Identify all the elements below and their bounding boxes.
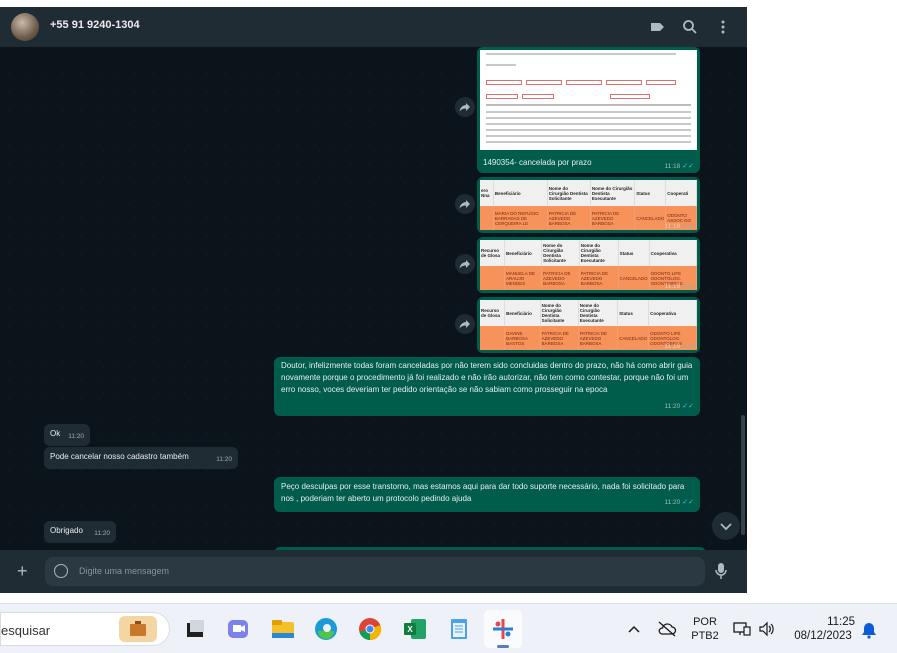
message-text: Obrigado xyxy=(50,526,83,535)
read-receipt-icon: ✓✓ xyxy=(682,403,694,410)
message-time: 11:20 xyxy=(68,433,84,440)
notepad-icon[interactable] xyxy=(446,616,472,642)
whatsapp-window: +55 91 9240-1304 1490354- cancelada por … xyxy=(0,7,747,593)
message-time: 11:20 ✓✓ xyxy=(664,403,694,410)
cloud-offline-icon[interactable] xyxy=(657,620,677,638)
message-text: Pode cancelar nosso cadastro também xyxy=(50,452,189,461)
message-text: Ok xyxy=(50,429,61,438)
chat-scrollbar[interactable] xyxy=(741,415,745,535)
forward-icon[interactable] xyxy=(455,194,475,214)
forward-icon[interactable] xyxy=(455,254,475,274)
file-explorer-icon[interactable] xyxy=(270,616,296,642)
message-time: 11:18 ✓✓ xyxy=(664,223,694,230)
incoming-message[interactable]: Pode cancelar nosso cadastro também 11:2… xyxy=(44,447,238,469)
message-placeholder: Digite uma mensagem xyxy=(79,566,170,576)
read-receipt-icon: ✓✓ xyxy=(682,223,694,230)
incoming-message[interactable]: Obrigado 11:20 xyxy=(44,521,116,543)
message-text: Doutor, infelizmente todas foram cancela… xyxy=(281,361,693,394)
teams-icon[interactable] xyxy=(225,616,251,642)
snipping-tool-icon xyxy=(493,619,513,639)
chevron-down-icon xyxy=(720,523,732,531)
notification-bell-icon[interactable] xyxy=(861,621,877,639)
read-receipt-icon: ✓✓ xyxy=(682,499,694,506)
clock-date: 08/12/2023 xyxy=(794,630,852,642)
attach-plus-icon[interactable]: + xyxy=(17,562,28,580)
message-time: 11:20 xyxy=(94,530,110,537)
composer-bar: + Digite uma mensagem xyxy=(0,550,747,593)
task-view-icon[interactable] xyxy=(182,616,208,642)
message-time: 11:19 ✓✓ xyxy=(664,283,694,290)
contact-name[interactable]: +55 91 9240-1304 xyxy=(50,19,140,31)
volume-icon[interactable] xyxy=(758,621,776,637)
read-receipt-icon: ✓✓ xyxy=(682,343,694,350)
windows-taskbar: esquisar X POR PTB2 11:25 08/12/2023 xyxy=(0,603,897,653)
outgoing-message[interactable]: Doutor, infelizmente todas foram cancela… xyxy=(274,357,700,416)
network-icon[interactable] xyxy=(733,621,751,637)
message-list[interactable]: 1490354- cancelada por prazo 11:18 ✓✓ ero… xyxy=(0,47,747,550)
scroll-down-button[interactable] xyxy=(712,512,740,540)
image-message[interactable]: ero Nna Beneficiário Nome do Cirurgião Den… xyxy=(477,177,700,233)
outgoing-message[interactable]: Peço desculpas por esse transtorno, mas … xyxy=(274,477,700,512)
forward-icon[interactable] xyxy=(455,97,475,117)
svg-text:X: X xyxy=(407,625,413,634)
contact-avatar[interactable] xyxy=(11,13,39,41)
clock[interactable]: 11:25 08/12/2023 xyxy=(785,616,861,642)
language-code: POR xyxy=(693,616,717,628)
search-icon[interactable] xyxy=(680,17,700,37)
chevron-up-icon[interactable] xyxy=(628,624,640,634)
image-message[interactable]: Recurso de Glosa Beneficiário Nome do Ciru… xyxy=(477,237,700,293)
microphone-icon[interactable] xyxy=(714,562,728,580)
read-receipt-icon: ✓✓ xyxy=(682,163,694,170)
document-screenshot[interactable] xyxy=(480,50,697,150)
active-app-tile[interactable] xyxy=(484,610,522,648)
message-time: 11:20 xyxy=(216,456,232,463)
read-receipt-icon: ✓✓ xyxy=(682,283,694,290)
briefcase-icon xyxy=(119,616,157,642)
image-message[interactable]: 1490354- cancelada por prazo 11:18 ✓✓ xyxy=(477,47,700,173)
emoji-icon[interactable] xyxy=(54,564,68,578)
search-text: esquisar xyxy=(1,623,51,638)
taskbar-search[interactable]: esquisar xyxy=(0,612,170,646)
image-message[interactable]: Recurso de Glosa Beneficiário Nome do Ciru… xyxy=(477,297,700,353)
clock-time: 11:25 xyxy=(827,616,855,628)
message-input[interactable]: Digite uma mensagem xyxy=(45,557,705,586)
chrome-icon[interactable] xyxy=(357,616,383,642)
label-icon[interactable] xyxy=(647,17,667,37)
incoming-message[interactable]: Ok 11:20 xyxy=(44,424,90,446)
more-vertical-icon[interactable] xyxy=(713,17,733,37)
message-time: 11:20 ✓✓ xyxy=(664,499,694,506)
chat-header: +55 91 9240-1304 xyxy=(0,7,747,47)
keyboard-layout: PTB2 xyxy=(691,630,719,642)
message-text: Peço desculpas por esse transtorno, mas … xyxy=(281,482,685,503)
message-time: 11:19 ✓✓ xyxy=(664,343,694,350)
edge-icon[interactable] xyxy=(313,616,339,642)
forward-icon[interactable] xyxy=(455,314,475,334)
excel-icon[interactable]: X xyxy=(402,616,428,642)
message-time: 11:18 ✓✓ xyxy=(664,163,694,170)
language-indicator[interactable]: POR PTB2 xyxy=(688,616,722,642)
